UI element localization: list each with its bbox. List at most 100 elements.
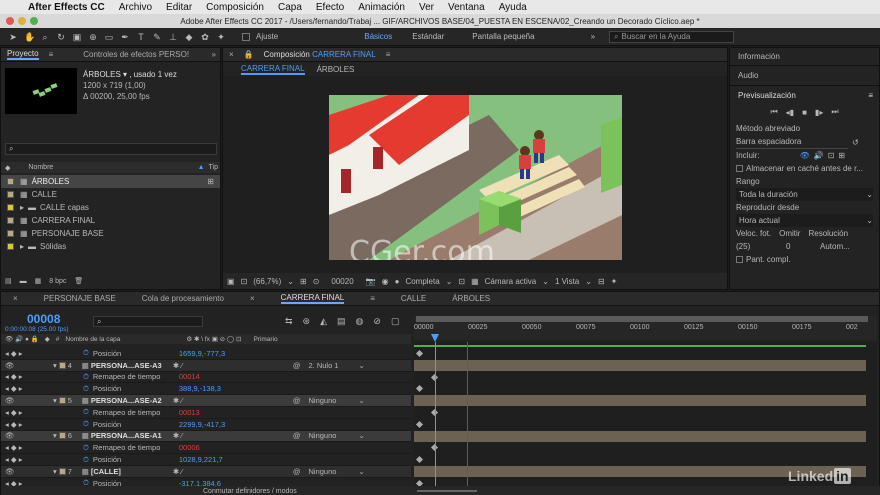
panel-menu-icon[interactable]: ≡ [49, 50, 54, 59]
disclosure-triangle-icon[interactable]: ▾ [53, 467, 57, 476]
list-item[interactable]: ▦ PERSONAJE BASE [1, 227, 220, 240]
shy-switch-icon[interactable]: ✱ ⁄ [173, 396, 223, 405]
keyframe-nav-icon[interactable]: ◂ ◆ ▸ [5, 384, 31, 393]
chevron-down-icon[interactable]: ⌄ [358, 361, 364, 370]
skip-dropdown[interactable]: 0 [786, 240, 814, 253]
exposure-icon[interactable]: ⊟ [598, 277, 605, 286]
workspaces-overflow-icon[interactable]: » [591, 32, 595, 41]
parent-link-icon[interactable]: @ [293, 431, 301, 440]
stopwatch-icon[interactable]: ⏱ [83, 407, 89, 417]
close-tab-icon[interactable]: × [229, 50, 234, 59]
tab-effect-controls[interactable]: Controles de efectos PERSO! [83, 50, 189, 59]
comp-flowchart-icon[interactable]: ⇆ [285, 316, 293, 327]
breadcrumb-arboles[interactable]: ÁRBOLES [317, 65, 355, 74]
zoom-window-button[interactable] [30, 17, 38, 25]
stamp-tool-icon[interactable]: ⊥ [168, 32, 178, 42]
region-icon[interactable]: ⊡ [241, 277, 248, 286]
breadcrumb-carrera-final[interactable]: CARRERA FINAL [241, 64, 305, 75]
mask-icon[interactable]: ⊙ [313, 277, 320, 286]
toggle-switches-button[interactable]: Conmutar definidores / modos [203, 488, 297, 495]
keyframe-nav-icon[interactable]: ◂ ◆ ▸ [5, 443, 31, 452]
tab-render-queue[interactable]: Cola de procesamiento [142, 294, 224, 303]
shy-switch-icon[interactable]: ✱ ⁄ [173, 467, 223, 476]
property-value[interactable]: 00014 [179, 372, 200, 381]
property-row[interactable]: ◂ ◆ ▸ ⏱ Posición 1659,9,-777,3 [1, 348, 411, 360]
show-snapshot-icon[interactable]: ◉ [382, 277, 389, 286]
column-parent[interactable]: Primario [253, 336, 277, 343]
transparency-grid-icon[interactable]: ▦ [471, 277, 479, 286]
play-icon[interactable]: ■ [802, 108, 807, 117]
region-interest-icon[interactable]: ⊡ [458, 277, 465, 286]
eye-icon[interactable]: 👁 [5, 431, 15, 440]
type-tool-icon[interactable]: T [136, 32, 146, 42]
minimize-window-button[interactable] [18, 17, 26, 25]
draft-3d-icon[interactable]: ⊛ [303, 316, 311, 327]
property-row[interactable]: ◂ ◆ ▸ ⏱ Posición 388,9,-138,3 [1, 383, 411, 396]
project-search[interactable]: ⌕ [5, 143, 217, 155]
stopwatch-icon[interactable]: ⏱ [83, 372, 89, 382]
workspace-pantalla-pequena[interactable]: Pantalla pequeña [472, 32, 534, 41]
menu-ver[interactable]: Ver [419, 2, 434, 13]
stopwatch-icon[interactable]: ⏱ [83, 419, 89, 429]
property-value[interactable]: 00006 [179, 443, 200, 452]
prev-frame-icon[interactable]: ◂▮ [786, 108, 794, 117]
menu-capa[interactable]: Capa [278, 2, 302, 13]
brainstorm-icon[interactable]: ▢ [391, 316, 400, 327]
property-row[interactable]: ◂ ◆ ▸ ⏱ Posición 2299,9,-417,3 [1, 419, 411, 431]
pen-tool-icon[interactable]: ✒ [120, 32, 130, 42]
panel-menu-icon[interactable]: ≡ [386, 50, 391, 59]
frame-blending-icon[interactable]: ▤ [337, 316, 346, 327]
layer-controls-icon[interactable]: ⊞ [838, 149, 845, 162]
chevron-down-icon[interactable]: ⌄ [446, 277, 453, 286]
keyframe-nav-icon[interactable]: ◂ ◆ ▸ [5, 455, 31, 464]
zoom-tool-icon[interactable]: ⌕ [40, 32, 50, 42]
column-layer-name[interactable]: Nombre de la capa [65, 336, 120, 343]
keyframe-nav-icon[interactable]: ◂ ◆ ▸ [5, 372, 31, 381]
tab-composition[interactable]: Composición CARRERA FINAL [264, 50, 376, 59]
timeline-timecode[interactable]: 00008 [5, 312, 69, 326]
rectangle-tool-icon[interactable]: ▭ [104, 32, 114, 42]
menu-archivo[interactable]: Archivo [119, 2, 152, 13]
range-dropdown[interactable]: Toda la duración ⌄ [736, 188, 873, 201]
close-window-button[interactable] [6, 17, 14, 25]
cache-checkbox[interactable] [736, 165, 743, 172]
current-time-display[interactable]: 00020 [331, 277, 353, 286]
disclosure-triangle-icon[interactable]: ▸ [20, 242, 24, 251]
eraser-tool-icon[interactable]: ◆ [184, 32, 194, 42]
time-graph[interactable] [414, 342, 877, 486]
brush-tool-icon[interactable]: ✎ [152, 32, 162, 42]
work-area-bar[interactable] [416, 316, 868, 322]
panel-menu-icon[interactable]: ≡ [868, 91, 879, 100]
close-tab-icon[interactable]: × [13, 294, 18, 303]
parent-link-icon[interactable]: @ [293, 467, 301, 476]
label-color-swatch[interactable] [58, 467, 66, 475]
list-item[interactable]: ▦ CALLE [1, 188, 220, 201]
next-frame-icon[interactable]: ▮▸ [815, 108, 823, 117]
hand-tool-icon[interactable]: ✋ [24, 32, 35, 42]
interpret-footage-icon[interactable]: ▤ [5, 277, 12, 285]
property-row[interactable]: ◂ ◆ ▸ ⏱ Remapeo de tiempo 00006 [1, 442, 411, 455]
eye-icon[interactable]: 👁 [5, 361, 15, 370]
parent-link-icon[interactable]: @ [293, 361, 301, 370]
reset-icon[interactable]: ↺ [852, 136, 859, 149]
parent-dropdown[interactable]: Ninguno [308, 431, 358, 440]
layer-name[interactable]: PERSONA...ASE-A1 [91, 431, 173, 440]
snapshot-icon[interactable]: 📷 [366, 277, 376, 286]
ajuste-checkbox[interactable] [242, 32, 250, 41]
menu-ayuda[interactable]: Ayuda [499, 2, 527, 13]
menu-ventana[interactable]: Ventana [448, 2, 485, 13]
layer-row[interactable]: 👁 ▾ 4 ▦ PERSONA...ASE-A3 ✱ ⁄ @ 2. Nulo 1… [1, 359, 411, 372]
timeline-search[interactable]: ⌕ [93, 316, 203, 327]
video-toggle-icon[interactable]: 👁 [800, 149, 810, 162]
help-search-input[interactable]: Buscar en la Ayuda [622, 32, 691, 41]
chevron-down-icon[interactable]: ⌄ [358, 431, 364, 440]
chevron-down-icon[interactable]: ⌄ [542, 277, 549, 286]
layer-row[interactable]: 👁 ▾ 6 ▦ PERSONA...ASE-A1 ✱ ⁄ @ Ninguno ⌄ [1, 430, 411, 443]
overlay-toggle-icon[interactable]: ⊡ [828, 149, 835, 162]
motion-blur-icon[interactable]: ◍ [356, 316, 364, 327]
fullscreen-checkbox[interactable] [736, 256, 743, 263]
zoom-dropdown[interactable]: (66,7%) [253, 277, 281, 286]
time-ruler[interactable]: 00000 00025 00050 00075 00100 00125 00150 00175… [414, 316, 877, 340]
view-layout-dropdown[interactable]: 1 Vista [555, 277, 579, 286]
tab-proyecto[interactable]: Proyecto [7, 49, 39, 60]
